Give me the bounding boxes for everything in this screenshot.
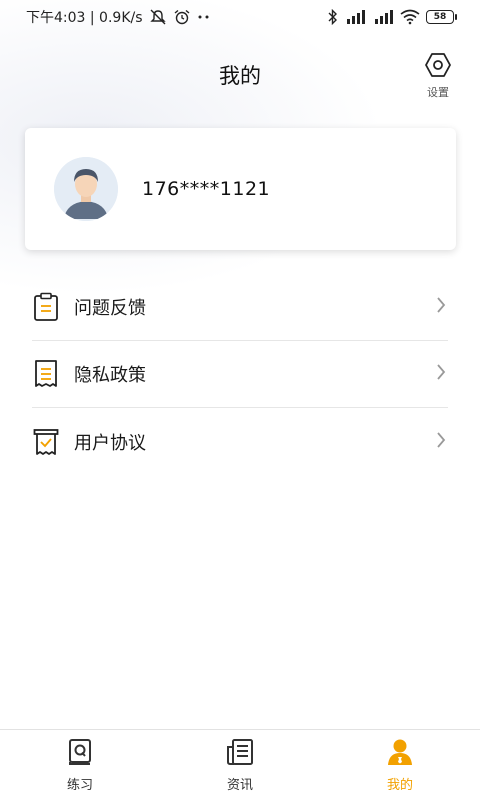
menu-item-privacy[interactable]: 隐私政策 bbox=[32, 341, 448, 408]
more-dots-icon bbox=[197, 14, 211, 20]
nav-tab-news[interactable]: 资讯 bbox=[190, 738, 290, 793]
nav-tab-profile[interactable]: 我的 bbox=[350, 738, 450, 793]
profile-person-icon bbox=[386, 738, 414, 770]
nav-label-news: 资讯 bbox=[226, 777, 253, 793]
chevron-right-icon bbox=[436, 363, 446, 385]
chevron-right-icon bbox=[436, 431, 446, 453]
signal-icon bbox=[344, 9, 366, 25]
settings-label: 设置 bbox=[427, 86, 449, 99]
agreement-check-icon bbox=[32, 426, 60, 458]
menu-item-feedback[interactable]: 问题反馈 bbox=[32, 274, 448, 341]
mute-bell-icon bbox=[149, 9, 167, 25]
chevron-right-icon bbox=[436, 296, 446, 318]
menu-label-feedback: 问题反馈 bbox=[74, 298, 146, 319]
settings-hexagon-icon bbox=[425, 52, 451, 82]
settings-button[interactable]: 设置 bbox=[418, 52, 458, 99]
bluetooth-icon bbox=[328, 9, 338, 25]
menu-label-agreement: 用户协议 bbox=[74, 432, 146, 454]
practice-book-icon bbox=[67, 738, 93, 770]
status-left: 下午4:03 | 0.9K/s bbox=[26, 7, 211, 27]
status-time: 下午4:03 | 0.9K/s bbox=[26, 10, 143, 26]
status-right: 58 bbox=[328, 9, 457, 25]
page-title: 我的 bbox=[219, 64, 261, 88]
nav-tab-practice[interactable]: 练习 bbox=[30, 738, 130, 793]
feedback-clipboard-icon bbox=[32, 291, 60, 323]
header: 我的 设置 bbox=[0, 46, 480, 102]
news-document-icon bbox=[226, 738, 254, 770]
profile-card[interactable]: 176****1121 bbox=[25, 128, 456, 250]
bottom-nav: 练习 资讯 我的 bbox=[0, 729, 480, 800]
avatar[interactable] bbox=[54, 157, 118, 221]
menu-list: 问题反馈 隐私政策 用户协议 bbox=[32, 274, 448, 475]
status-bar: 下午4:03 | 0.9K/s 58 bbox=[0, 0, 480, 34]
privacy-receipt-icon bbox=[32, 358, 60, 390]
menu-item-agreement[interactable]: 用户协议 bbox=[32, 408, 448, 475]
nav-label-profile: 我的 bbox=[386, 777, 413, 793]
menu-label-privacy: 隐私政策 bbox=[74, 365, 146, 386]
alarm-icon bbox=[173, 9, 191, 25]
phone-number: 176****1121 bbox=[142, 178, 271, 200]
battery-indicator: 58 bbox=[426, 10, 457, 24]
nav-label-practice: 练习 bbox=[66, 777, 93, 793]
signal-icon-2 bbox=[372, 9, 394, 25]
wifi-icon bbox=[400, 9, 420, 25]
